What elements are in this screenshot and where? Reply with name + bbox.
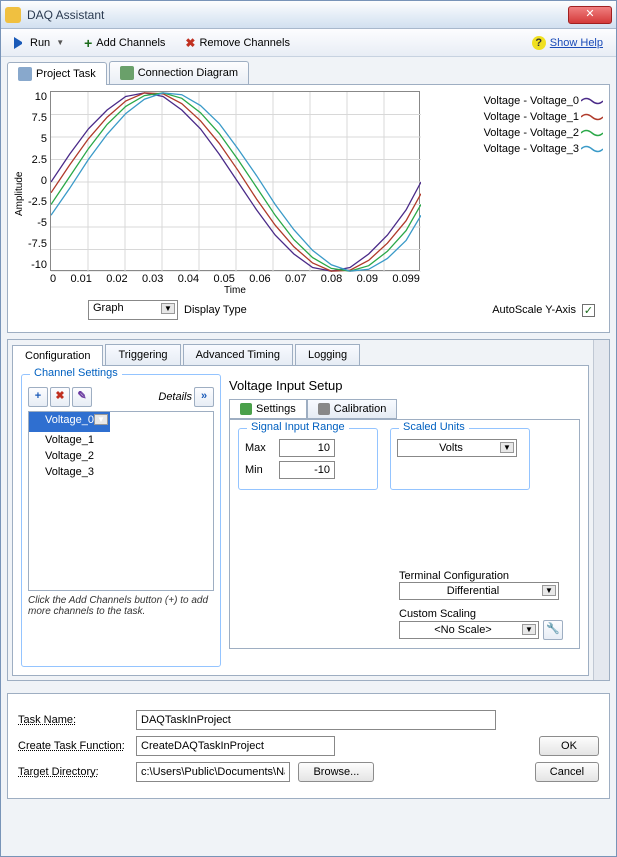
- task-name-input[interactable]: [136, 710, 496, 730]
- tab-project-label: Project Task: [36, 68, 96, 80]
- tab-triggering[interactable]: Triggering: [105, 344, 180, 365]
- tab-calibration[interactable]: Calibration: [307, 399, 398, 419]
- add-channels-button[interactable]: + Add Channels: [77, 32, 172, 54]
- run-label: Run: [30, 37, 50, 49]
- create-func-input[interactable]: [136, 736, 335, 756]
- x-axis-label: Time: [50, 285, 420, 296]
- show-help-button[interactable]: ? Show Help: [525, 33, 610, 53]
- legend-item: Voltage - Voltage_1: [484, 111, 603, 123]
- autoscale-label: AutoScale Y-Axis: [492, 304, 576, 316]
- app-window: DAQ Assistant ✕ Run ▼ + Add Channels ✖ R…: [0, 0, 617, 857]
- channel-item[interactable]: Voltage_2: [29, 448, 213, 464]
- task-name-label: Task Name:: [18, 714, 128, 726]
- terminal-select[interactable]: Differential: [399, 582, 559, 600]
- scaling-label: Custom Scaling: [399, 608, 569, 620]
- tab-advanced-timing[interactable]: Advanced Timing: [183, 344, 293, 365]
- legend-item: Voltage - Voltage_2: [484, 127, 603, 139]
- legend-item: Voltage - Voltage_0: [484, 95, 603, 107]
- details-label: Details: [158, 391, 192, 403]
- channel-item[interactable]: Voltage_1: [29, 432, 213, 448]
- chart-panel: Amplitude 107.5 52.5 0-2.5 -5-7.5 -10 00…: [7, 84, 610, 333]
- titlebar: DAQ Assistant ✕: [1, 1, 616, 29]
- plot-area: [50, 91, 420, 271]
- toolbar: Run ▼ + Add Channels ✖ Remove Channels ?…: [1, 29, 616, 57]
- units-select[interactable]: Volts: [397, 439, 517, 457]
- calibration-icon: [318, 403, 330, 415]
- browse-button[interactable]: Browse...: [298, 762, 374, 782]
- tab-project-task[interactable]: Project Task: [7, 62, 107, 85]
- app-icon: [5, 7, 21, 23]
- display-type-label: Display Type: [184, 304, 247, 316]
- remove-channels-label: Remove Channels: [199, 37, 290, 49]
- project-task-icon: [18, 67, 32, 81]
- y-axis-label: Amplitude: [14, 91, 28, 296]
- max-label: Max: [245, 442, 273, 454]
- scaling-config-button[interactable]: 🔧: [543, 620, 563, 640]
- tab-connection-diagram[interactable]: Connection Diagram: [109, 61, 249, 84]
- run-button[interactable]: Run ▼: [7, 34, 71, 52]
- tab-settings[interactable]: Settings: [229, 399, 307, 419]
- channel-tool-button[interactable]: ✎: [72, 387, 92, 407]
- tab-logging[interactable]: Logging: [295, 344, 360, 365]
- range-title: Signal Input Range: [247, 421, 349, 433]
- channel-list[interactable]: Voltage_0 Voltage_1 Voltage_2 Voltage_3: [28, 411, 214, 591]
- setup-title: Voltage Input Setup: [229, 378, 580, 393]
- max-input[interactable]: [279, 439, 335, 457]
- channel-settings-title: Channel Settings: [30, 367, 122, 379]
- channel-hint: Click the Add Channels button (+) to add…: [28, 595, 214, 617]
- help-icon: ?: [532, 36, 546, 50]
- connection-diagram-icon: [120, 66, 134, 80]
- display-type-select[interactable]: Graph: [88, 300, 178, 320]
- ok-button[interactable]: OK: [539, 736, 599, 756]
- min-input[interactable]: [279, 461, 335, 479]
- run-icon: [14, 37, 26, 49]
- remove-channels-button[interactable]: ✖ Remove Channels: [178, 33, 297, 53]
- tab-conn-label: Connection Diagram: [138, 67, 238, 79]
- scaled-units-group: Scaled Units Volts: [390, 428, 530, 490]
- voltage-setup: Voltage Input Setup Settings Calibration: [229, 374, 580, 667]
- add-channels-label: Add Channels: [96, 37, 165, 49]
- x-icon: ✖: [185, 36, 195, 50]
- config-panel: Configuration Triggering Advanced Timing…: [7, 339, 610, 681]
- settings-icon: [240, 403, 252, 415]
- top-tab-strip: Project Task Connection Diagram: [1, 57, 616, 84]
- delete-channel-button[interactable]: ✖: [50, 387, 70, 407]
- tab-configuration[interactable]: Configuration: [12, 345, 103, 366]
- y-ticks: 107.5 52.5 0-2.5 -5-7.5 -10: [28, 91, 50, 271]
- scrollbar[interactable]: [593, 340, 609, 680]
- close-button[interactable]: ✕: [568, 6, 612, 24]
- create-func-label: Create Task Function:: [18, 740, 128, 752]
- scaling-select[interactable]: <No Scale>: [399, 621, 539, 639]
- channel-settings-group: Channel Settings + ✖ ✎ Details » Voltage…: [21, 374, 221, 667]
- details-expand-button[interactable]: »: [194, 387, 214, 407]
- show-help-label: Show Help: [550, 37, 603, 49]
- run-dropdown-icon[interactable]: ▼: [56, 38, 64, 47]
- legend-item: Voltage - Voltage_3: [484, 143, 603, 155]
- cancel-button[interactable]: Cancel: [535, 762, 599, 782]
- plus-icon: +: [84, 35, 92, 51]
- autoscale-checkbox[interactable]: ✓: [582, 304, 595, 317]
- window-title: DAQ Assistant: [27, 8, 568, 22]
- min-label: Min: [245, 464, 273, 476]
- config-tab-strip: Configuration Triggering Advanced Timing…: [12, 344, 589, 366]
- units-title: Scaled Units: [399, 421, 469, 433]
- signal-range-group: Signal Input Range Max Min: [238, 428, 378, 490]
- x-ticks: 00.01 0.020.03 0.040.05 0.060.07 0.080.0…: [50, 273, 420, 285]
- channel-item[interactable]: Voltage_3: [29, 464, 213, 480]
- terminal-label: Terminal Configuration: [399, 570, 569, 582]
- display-controls: Graph Display Type AutoScale Y-Axis ✓: [14, 296, 603, 328]
- target-dir-label: Target Directory:: [18, 766, 128, 778]
- task-form: Task Name: Create Task Function: OK Targ…: [7, 693, 610, 799]
- channel-item[interactable]: Voltage_0: [29, 412, 110, 432]
- chart-legend: Voltage - Voltage_0 Voltage - Voltage_1 …: [484, 91, 603, 296]
- add-channel-button[interactable]: +: [28, 387, 48, 407]
- target-dir-input[interactable]: [136, 762, 290, 782]
